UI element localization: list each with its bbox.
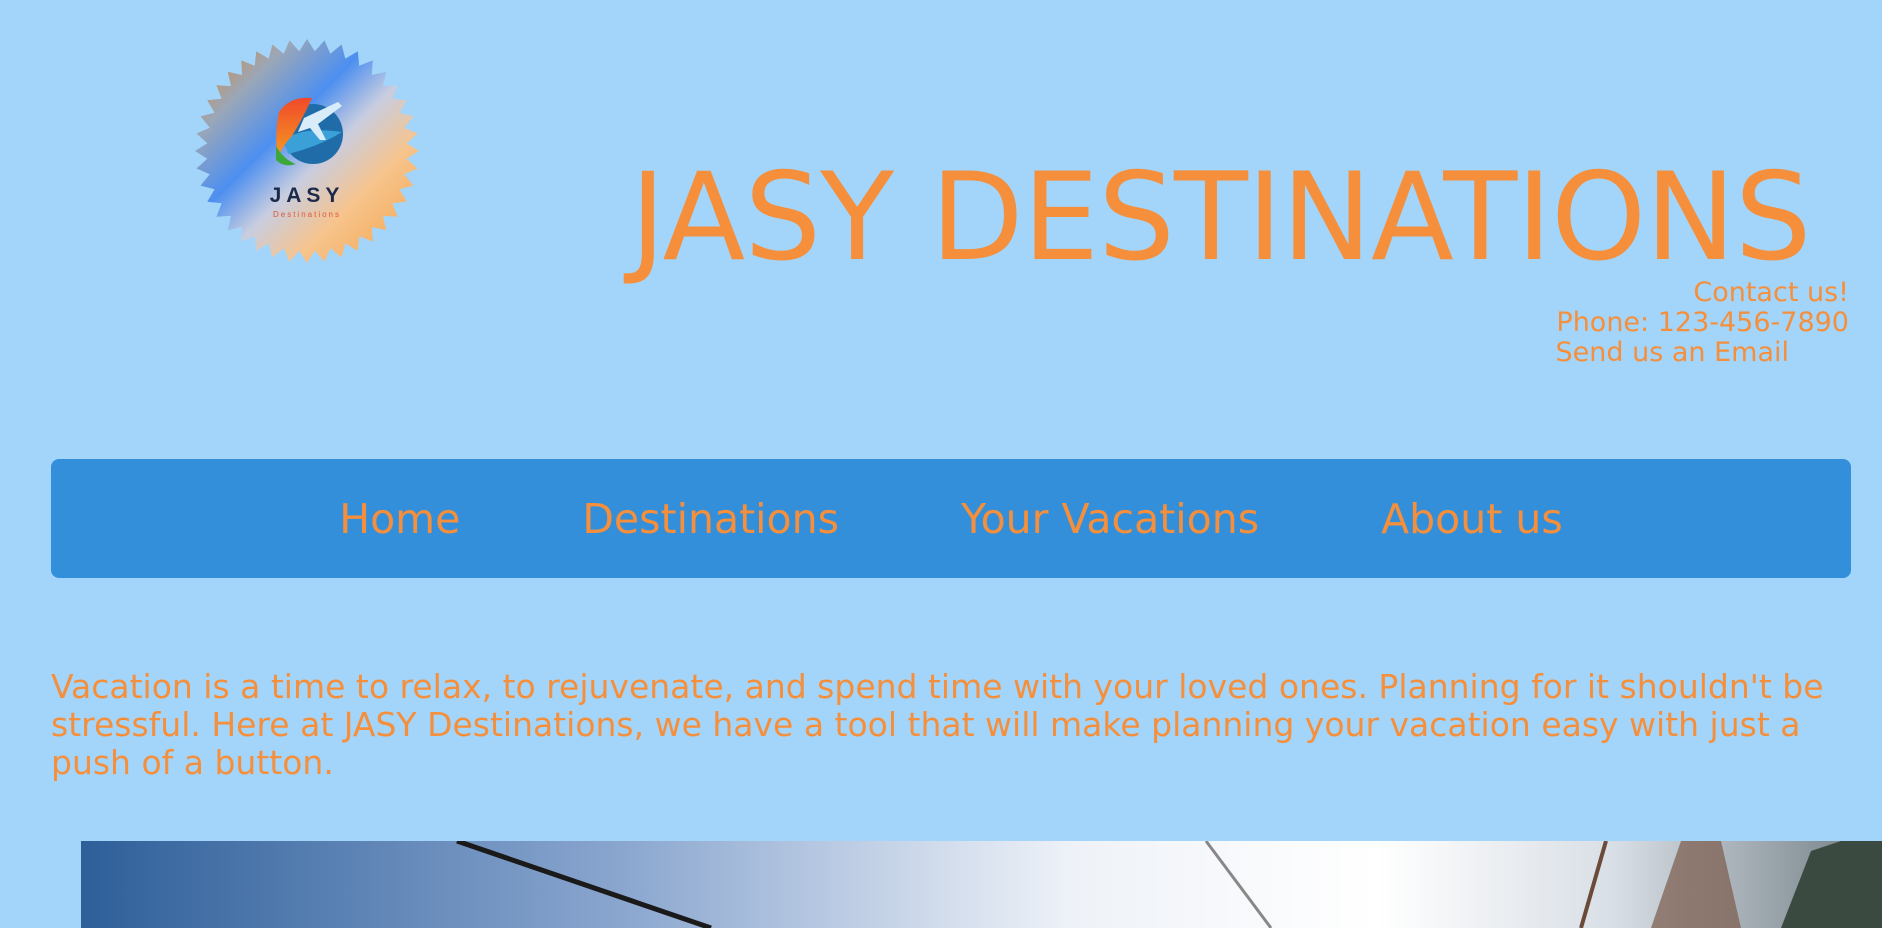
site-logo[interactable]: JASY Destinations [192, 36, 422, 266]
page: JASY Destinations JASY DESTINATIONS Cont… [0, 0, 1882, 928]
email-link[interactable]: Send us an Email [1556, 338, 1850, 368]
main-nav: Home Destinations Your Vacations About u… [51, 459, 1851, 578]
ski-slope-photo [81, 841, 1882, 928]
nav-item-your-vacations[interactable]: Your Vacations [961, 495, 1259, 543]
logo-tagline-text: Destinations [273, 210, 341, 219]
nav-item-about-us[interactable]: About us [1381, 495, 1563, 543]
nav-item-home[interactable]: Home [339, 495, 460, 543]
intro-paragraph: Vacation is a time to relax, to rejuvena… [51, 667, 1824, 782]
hero-image [81, 841, 1882, 928]
logo-badge: JASY Destinations [195, 39, 419, 263]
contact-phone: Phone: 123-456-7890 [1556, 307, 1849, 338]
nav-item-destinations[interactable]: Destinations [582, 495, 839, 543]
contact-heading: Contact us! [1693, 277, 1849, 308]
contact-block: Contact us! Phone: 123-456-7890 Send us … [1556, 278, 1850, 368]
page-title: JASY DESTINATIONS [630, 147, 1812, 288]
logo-brand-text: JASY [270, 184, 345, 207]
